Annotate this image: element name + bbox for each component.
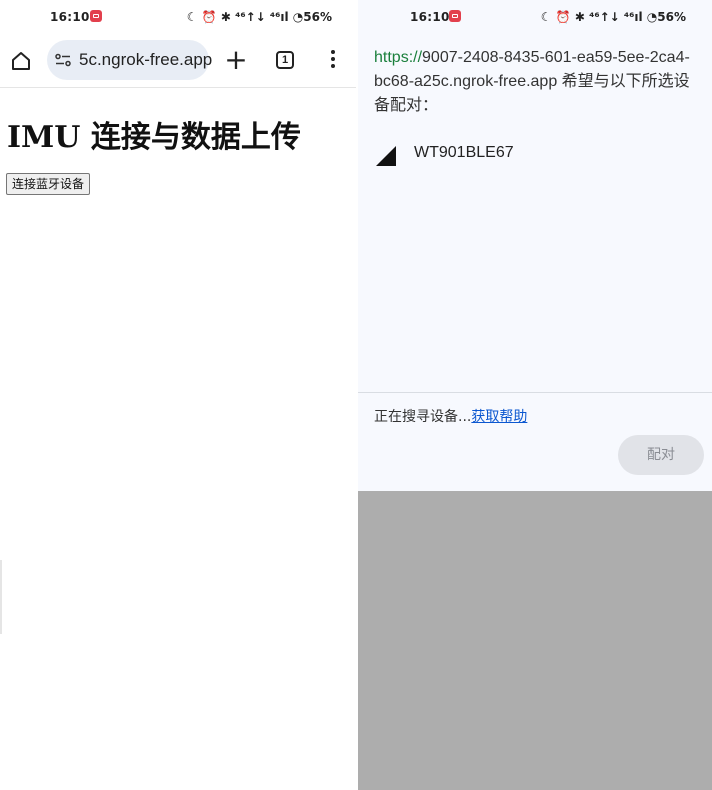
- dialog-header: https://9007-2408-8435-601-ea59-5ee-2ca4…: [374, 46, 698, 118]
- connect-bluetooth-button[interactable]: 连接蓝牙设备: [6, 173, 91, 195]
- notification-icon: [449, 10, 461, 22]
- status-time: 16:10: [50, 10, 90, 24]
- status-bar: 16:10 ☾ ⏰ ✱ ⁴⁶↑↓ ⁴⁶ıl ◔56%: [0, 0, 356, 34]
- origin-scheme: https://: [374, 49, 423, 66]
- tab-switcher-button[interactable]: 1: [276, 51, 294, 69]
- edge-handle[interactable]: [0, 560, 2, 634]
- status-icons: ☾ ⏰ ✱ ⁴⁶↑↓ ⁴⁶ıl ◔56%: [540, 10, 686, 24]
- signal-strength-icon: [376, 146, 396, 166]
- site-settings-icon[interactable]: [55, 53, 71, 67]
- browser-screen: 16:10 ☾ ⏰ ✱ ⁴⁶↑↓ ⁴⁶ıl ◔56% 5c.ngrok-free…: [0, 0, 356, 790]
- search-status: 正在搜寻设备...获取帮助: [374, 406, 527, 426]
- device-name: WT901BLE67: [414, 144, 514, 161]
- url-text: 5c.ngrok-free.app: [79, 50, 213, 69]
- divider: [358, 392, 712, 393]
- status-time: 16:10: [410, 10, 450, 24]
- searching-text: 正在搜寻设备...: [374, 409, 472, 425]
- device-list-item[interactable]: WT901BLE67: [374, 140, 694, 168]
- help-link[interactable]: 获取帮助: [471, 409, 527, 425]
- home-icon[interactable]: [10, 50, 32, 72]
- status-bar: 16:10 ☾ ⏰ ✱ ⁴⁶↑↓ ⁴⁶ıl ◔56%: [358, 0, 712, 34]
- overflow-menu-icon[interactable]: [330, 50, 336, 72]
- pairing-screen: 16:10 ☾ ⏰ ✱ ⁴⁶↑↓ ⁴⁶ıl ◔56% https://9007-…: [358, 0, 712, 790]
- bluetooth-pair-dialog: 16:10 ☾ ⏰ ✱ ⁴⁶↑↓ ⁴⁶ıl ◔56% https://9007-…: [358, 0, 712, 491]
- page-title: IMU 连接与数据上传: [7, 120, 301, 155]
- status-icons: ☾ ⏰ ✱ ⁴⁶↑↓ ⁴⁶ıl ◔56%: [186, 10, 332, 24]
- browser-toolbar: 5c.ngrok-free.app + 1: [0, 34, 356, 88]
- address-bar[interactable]: 5c.ngrok-free.app: [47, 40, 213, 80]
- pair-button[interactable]: 配对: [618, 435, 704, 475]
- new-tab-button[interactable]: +: [224, 45, 248, 75]
- notification-icon: [90, 10, 102, 22]
